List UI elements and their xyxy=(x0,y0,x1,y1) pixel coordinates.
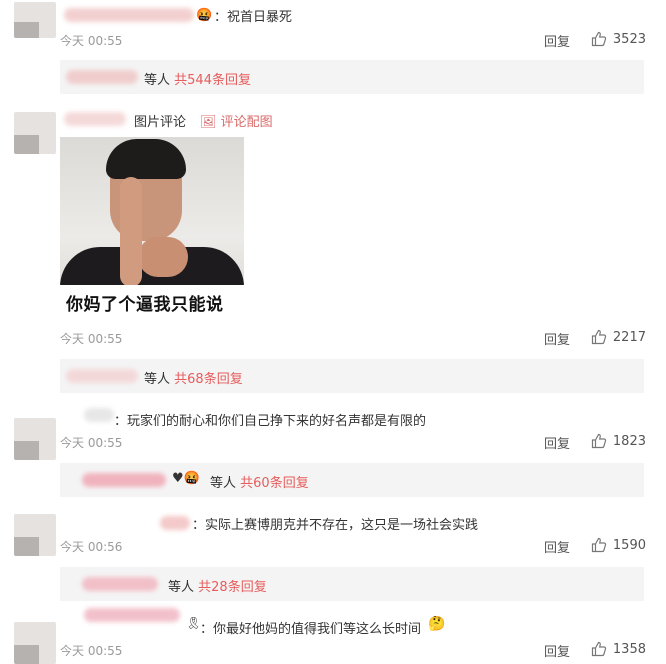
sub-replies-bar[interactable]: 等人 共544条回复 xyxy=(60,60,644,94)
avatar[interactable] xyxy=(14,418,56,460)
comment-time: 今天 00:55 xyxy=(60,644,123,658)
sub-reply-user xyxy=(66,369,138,383)
thumbs-up-icon xyxy=(591,329,607,345)
comment-text: ：你最好他妈的值得我们等这么长时间 xyxy=(200,622,422,637)
reply-button[interactable]: 回复 xyxy=(544,433,570,452)
image-comment-tag: 图片评论 xyxy=(134,115,187,130)
avatar[interactable] xyxy=(14,622,56,664)
reply-button[interactable]: 回复 xyxy=(544,537,570,556)
username[interactable] xyxy=(64,8,194,22)
comment-image[interactable]: 你妈了个逼我只能说 xyxy=(60,137,244,319)
comment-text: ：玩家们的耐心和你们自己挣下来的好名声都是有限的 xyxy=(114,414,427,429)
comment-time: 今天 00:55 xyxy=(60,34,123,48)
comment-text: ：祝首日暴死 xyxy=(214,10,293,25)
emoji-icon: 🤬 xyxy=(196,8,213,23)
like-button[interactable]: 1358 xyxy=(591,641,646,657)
like-count: 1590 xyxy=(612,537,646,553)
reply-button[interactable]: 回复 xyxy=(544,31,570,50)
sub-replies-text: 等人 共544条回复 xyxy=(144,73,251,88)
thumbs-up-icon xyxy=(591,537,607,553)
avatar[interactable] xyxy=(14,112,56,154)
like-count: 3523 xyxy=(612,31,646,47)
comment-time: 今天 00:56 xyxy=(60,540,123,554)
thumbs-up-icon xyxy=(591,433,607,449)
username[interactable] xyxy=(84,408,114,422)
reply-button[interactable]: 回复 xyxy=(544,641,570,660)
emoji-icon: 🤔 xyxy=(428,616,446,632)
badge-icon: 🎗 xyxy=(186,616,202,630)
sub-reply-user xyxy=(82,473,166,487)
like-count: 1358 xyxy=(612,641,646,657)
like-count: 2217 xyxy=(612,329,646,345)
sub-replies-bar[interactable]: 等人 共68条回复 xyxy=(60,359,644,393)
thumbs-up-icon xyxy=(591,31,607,47)
image-caption: 你妈了个逼我只能说 xyxy=(60,285,244,319)
like-button[interactable]: 3523 xyxy=(591,31,646,47)
like-count: 1823 xyxy=(612,433,646,449)
comment-tagline: 图片评论 🖼 评论配图 xyxy=(134,111,273,130)
username[interactable] xyxy=(84,608,180,622)
sub-replies-text: 等人 共68条回复 xyxy=(144,372,243,387)
sub-replies-text: 等人 共60条回复 xyxy=(210,476,309,491)
avatar[interactable] xyxy=(14,2,56,38)
sub-replies-bar[interactable]: 等人 共28条回复 xyxy=(60,567,644,601)
sub-replies-bar[interactable]: ♥🤬 等人 共60条回复 xyxy=(60,463,644,497)
sub-reply-user xyxy=(66,70,138,84)
comment-time: 今天 00:55 xyxy=(60,332,123,346)
like-button[interactable]: 1823 xyxy=(591,433,646,449)
thumbs-up-icon xyxy=(591,641,607,657)
like-button[interactable]: 2217 xyxy=(591,329,646,345)
comment-text: ：实际上赛博朋克并不存在，这只是一场社会实践 xyxy=(192,518,479,533)
username[interactable] xyxy=(160,516,190,530)
avatar[interactable] xyxy=(14,514,56,556)
username[interactable] xyxy=(64,112,126,126)
sub-reply-user xyxy=(82,577,158,591)
comment-time: 今天 00:55 xyxy=(60,436,123,450)
reply-button[interactable]: 回复 xyxy=(544,329,570,348)
view-image-link[interactable]: 🖼 评论配图 xyxy=(200,115,273,130)
like-button[interactable]: 1590 xyxy=(591,537,646,553)
sub-replies-text: 等人 共28条回复 xyxy=(168,580,267,595)
badge-icon: ♥🤬 xyxy=(172,471,200,486)
